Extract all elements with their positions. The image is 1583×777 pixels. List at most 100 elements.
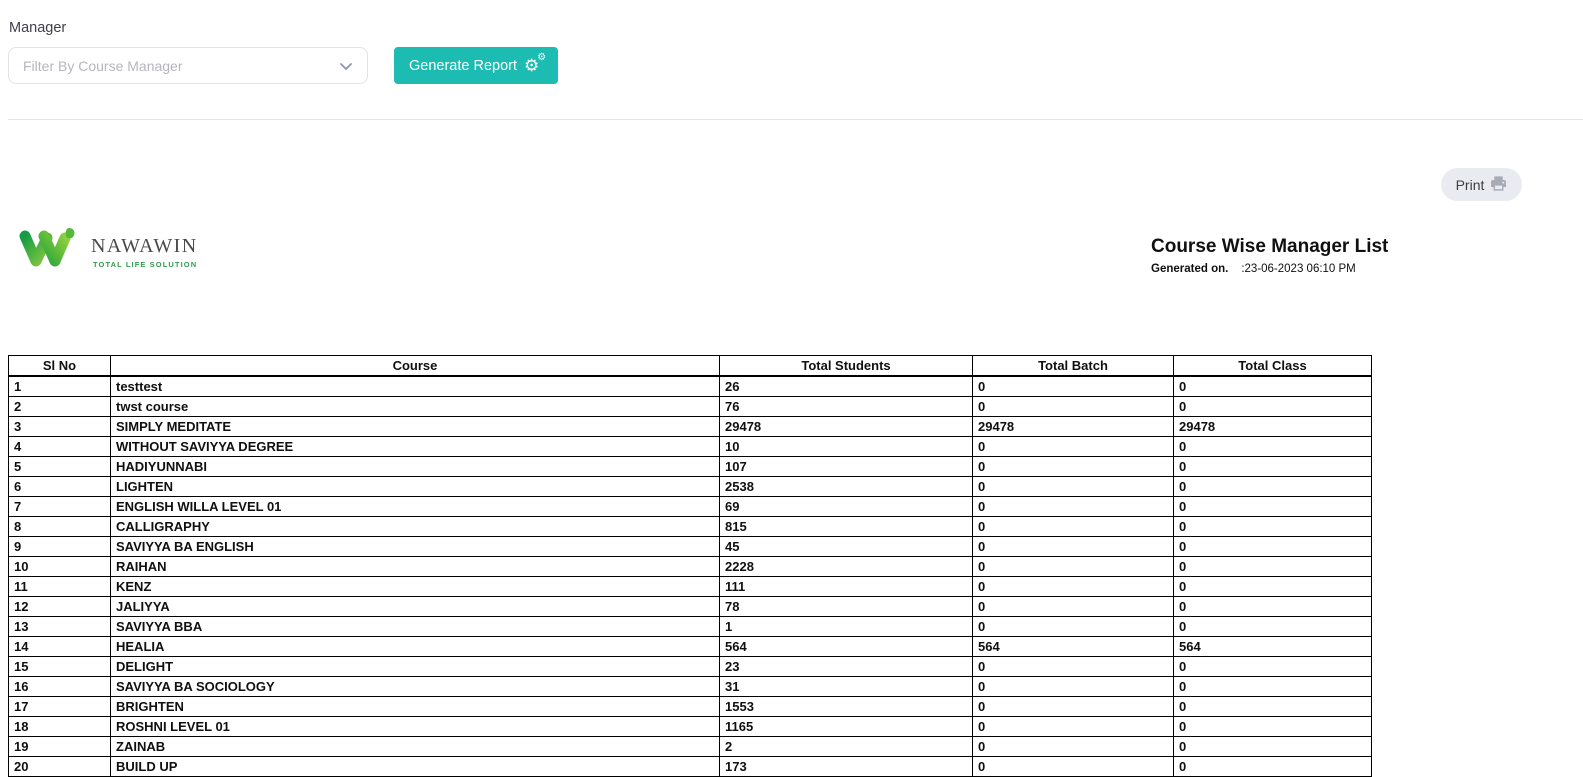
- table-header-cell: Total Batch: [973, 356, 1174, 376]
- table-cell: 0: [1174, 536, 1372, 556]
- table-cell: 78: [720, 596, 973, 616]
- table-cell: 0: [973, 556, 1174, 576]
- table-cell: 0: [1174, 676, 1372, 696]
- table-cell: 10: [9, 556, 111, 576]
- table-cell: 815: [720, 516, 973, 536]
- table-cell: 1165: [720, 716, 973, 736]
- section-divider: [8, 119, 1583, 120]
- table-cell: 0: [973, 676, 1174, 696]
- table-cell: KENZ: [111, 576, 720, 596]
- table-header-row: Sl NoCourseTotal StudentsTotal BatchTota…: [9, 356, 1372, 376]
- table-cell: 26: [720, 376, 973, 397]
- table-row: 1testtest2600: [9, 376, 1372, 397]
- table-cell: 29478: [1174, 416, 1372, 436]
- table-cell: ROSHNI LEVEL 01: [111, 716, 720, 736]
- table-cell: 4: [9, 436, 111, 456]
- table-cell: 0: [1174, 456, 1372, 476]
- table-cell: SAVIYYA BA ENGLISH: [111, 536, 720, 556]
- table-cell: 0: [1174, 596, 1372, 616]
- table-cell: LIGHTEN: [111, 476, 720, 496]
- table-cell: 1: [9, 376, 111, 397]
- table-cell: 2: [720, 736, 973, 756]
- table-row: 16SAVIYYA BA SOCIOLOGY3100: [9, 676, 1372, 696]
- table-cell: 0: [1174, 616, 1372, 636]
- report-title: Course Wise Manager List: [1151, 236, 1388, 258]
- table-cell: 2: [9, 396, 111, 416]
- table-cell: 2228: [720, 556, 973, 576]
- table-cell: 0: [973, 756, 1174, 776]
- table-cell: 8: [9, 516, 111, 536]
- table-cell: 0: [1174, 376, 1372, 397]
- table-row: 12JALIYYA7800: [9, 596, 1372, 616]
- table-cell: 13: [9, 616, 111, 636]
- table-cell: 0: [1174, 516, 1372, 536]
- table-row: 7ENGLISH WILLA LEVEL 016900: [9, 496, 1372, 516]
- table-cell: 45: [720, 536, 973, 556]
- logo-tagline: TOTAL LIFE SOLUTION: [93, 260, 198, 269]
- table-cell: HEALIA: [111, 636, 720, 656]
- table-cell: 5: [9, 456, 111, 476]
- table-cell: 7: [9, 496, 111, 516]
- table-cell: 0: [1174, 496, 1372, 516]
- table-header-cell: Sl No: [9, 356, 111, 376]
- table-cell: 107: [720, 456, 973, 476]
- table-cell: 9: [9, 536, 111, 556]
- table-cell: 0: [973, 716, 1174, 736]
- table-header-cell: Total Class: [1174, 356, 1372, 376]
- report-table-body: 1testtest26002twst course76003SIMPLY MED…: [9, 376, 1372, 777]
- course-wise-manager-table: Sl NoCourseTotal StudentsTotal BatchTota…: [8, 355, 1372, 777]
- table-cell: 29478: [720, 416, 973, 436]
- table-cell: ZAINAB: [111, 736, 720, 756]
- table-cell: 3: [9, 416, 111, 436]
- print-button[interactable]: Print: [1441, 168, 1522, 201]
- table-cell: CALLIGRAPHY: [111, 516, 720, 536]
- table-cell: 0: [1174, 756, 1372, 776]
- table-row: 8CALLIGRAPHY81500: [9, 516, 1372, 536]
- table-cell: 18: [9, 716, 111, 736]
- table-cell: 2538: [720, 476, 973, 496]
- table-row: 18ROSHNI LEVEL 01116500: [9, 716, 1372, 736]
- table-cell: 0: [973, 576, 1174, 596]
- table-cell: 31: [720, 676, 973, 696]
- table-row: 17BRIGHTEN155300: [9, 696, 1372, 716]
- table-cell: 17: [9, 696, 111, 716]
- table-row: 19ZAINAB200: [9, 736, 1372, 756]
- nawawin-logo-mark-icon: [18, 226, 78, 275]
- table-cell: 0: [973, 736, 1174, 756]
- table-cell: 0: [973, 476, 1174, 496]
- table-cell: ENGLISH WILLA LEVEL 01: [111, 496, 720, 516]
- table-cell: 0: [1174, 556, 1372, 576]
- table-cell: WITHOUT SAVIYYA DEGREE: [111, 436, 720, 456]
- generate-report-button[interactable]: Generate Report ⚙⚙: [394, 47, 558, 84]
- table-cell: 564: [720, 636, 973, 656]
- print-button-label: Print: [1456, 177, 1485, 193]
- table-row: 2twst course7600: [9, 396, 1372, 416]
- course-manager-filter-placeholder: Filter By Course Manager: [23, 58, 183, 74]
- table-cell: 564: [973, 636, 1174, 656]
- table-row: 9SAVIYYA BA ENGLISH4500: [9, 536, 1372, 556]
- table-cell: 173: [720, 756, 973, 776]
- table-cell: 12: [9, 596, 111, 616]
- table-cell: 0: [973, 616, 1174, 636]
- table-cell: 0: [1174, 476, 1372, 496]
- company-logo: NAWAWIN TOTAL LIFE SOLUTION: [18, 226, 198, 275]
- table-cell: 0: [973, 656, 1174, 676]
- table-cell: 0: [973, 696, 1174, 716]
- table-row: 4WITHOUT SAVIYYA DEGREE1000: [9, 436, 1372, 456]
- table-cell: 76: [720, 396, 973, 416]
- table-cell: 29478: [973, 416, 1174, 436]
- table-cell: 19: [9, 736, 111, 756]
- table-cell: 0: [973, 596, 1174, 616]
- table-cell: HADIYUNNABI: [111, 456, 720, 476]
- table-cell: 6: [9, 476, 111, 496]
- table-cell: 0: [1174, 716, 1372, 736]
- table-row: 14HEALIA564564564: [9, 636, 1372, 656]
- manager-field-label: Manager: [9, 20, 66, 36]
- table-cell: 0: [973, 496, 1174, 516]
- table-cell: BRIGHTEN: [111, 696, 720, 716]
- generated-on-label: Generated on.: [1151, 263, 1228, 275]
- table-cell: 10: [720, 436, 973, 456]
- table-row: 13SAVIYYA BBA100: [9, 616, 1372, 636]
- course-manager-filter-select[interactable]: Filter By Course Manager: [8, 47, 368, 84]
- table-cell: 1: [720, 616, 973, 636]
